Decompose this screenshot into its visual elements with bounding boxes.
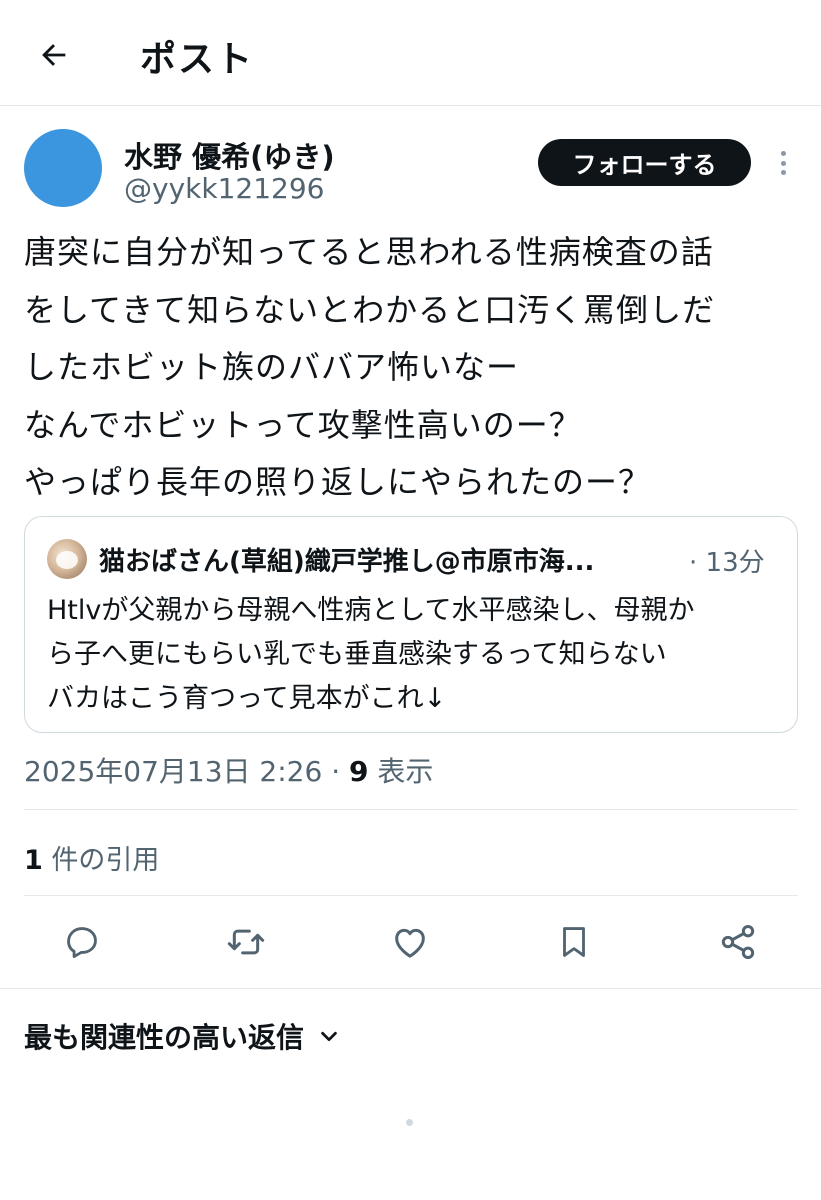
share-button[interactable] [714,918,762,966]
post-text: 唐突に自分が知ってると思われる性病検査の話 をしてきて知らないとわかると口汚く罵… [24,224,804,512]
reply-icon [67,927,97,958]
quoted-timestamp: · 13分 [689,548,765,578]
post-line: したホビット族のババア怖いなー [24,348,520,386]
like-button[interactable] [386,918,434,966]
post-line: 唐突に自分が知ってると思われる性病検査の話 [24,233,714,271]
quoted-text: Htlvが父親から母親へ性病として水平感染し、母親か ら子へ更にもらい乳でも垂直… [47,589,787,721]
post-line: をしてきて知らないとわかると口汚く罵倒しだ [24,290,716,329]
post-meta: 2025年07月13日 2:26 · 9 表示 [24,750,433,790]
meta-separator: · [322,755,349,788]
reply-button[interactable] [58,918,106,966]
retweet-icon [227,929,265,955]
share-icon [721,925,755,959]
quoted-author-name: 猫おばさん(草組)織戸学推し@市原市海... [99,547,595,577]
post-line: やっぱり長年の照り返しにやられたのー？ [24,463,652,501]
divider [24,809,798,810]
avatar[interactable] [24,129,102,207]
quoted-line: ら子へ更にもらい乳でも垂直感染するって知らない [47,639,667,670]
quoted-line: Htlvが父親から母親へ性病として水平感染し、母親か [47,595,695,626]
view-count: 9 [349,755,369,788]
quote-count-label: 件の引用 [42,845,160,876]
follow-button[interactable]: フォローする [538,139,751,186]
like-icon [395,928,425,958]
bookmark-button[interactable] [550,918,598,966]
divider [0,988,821,989]
more-dot-icon [780,151,786,156]
author-name[interactable]: 水野 優希(ゆき) [124,134,335,176]
replies-sort-label: 最も関連性の高い返信 [24,1021,305,1054]
action-bar [0,896,821,988]
quoted-post[interactable]: 猫おばさん(草組)織戸学推し@市原市海... · 13分 Htlvが父親から母親… [24,516,798,733]
quote-count: 1 [24,845,43,876]
more-options-button[interactable] [770,145,796,181]
chevron-down-icon [321,1031,337,1042]
page-title: ポスト [140,39,255,80]
more-dot-icon [780,170,786,175]
quoted-avatar [47,539,87,579]
scroll-indicator [406,1119,413,1126]
top-bar: ポスト [0,0,821,106]
quote-count-link[interactable]: 1 件の引用 [24,838,159,877]
quoted-line: バカはこう育つって見本がこれ↓ [47,683,447,714]
more-dot-icon [780,160,786,166]
post-line: なんでホビットって攻撃性高いのー？ [24,405,582,444]
view-label: 表示 [368,755,434,788]
arrow-left-icon [42,44,66,66]
author-handle[interactable]: @yykk121296 [124,172,324,205]
post-datetime[interactable]: 2025年07月13日 2:26 [24,755,322,788]
replies-sort-dropdown[interactable]: 最も関連性の高い返信 [24,1016,340,1056]
retweet-button[interactable] [222,918,270,966]
back-button[interactable] [32,33,76,77]
bookmark-icon [563,927,585,957]
